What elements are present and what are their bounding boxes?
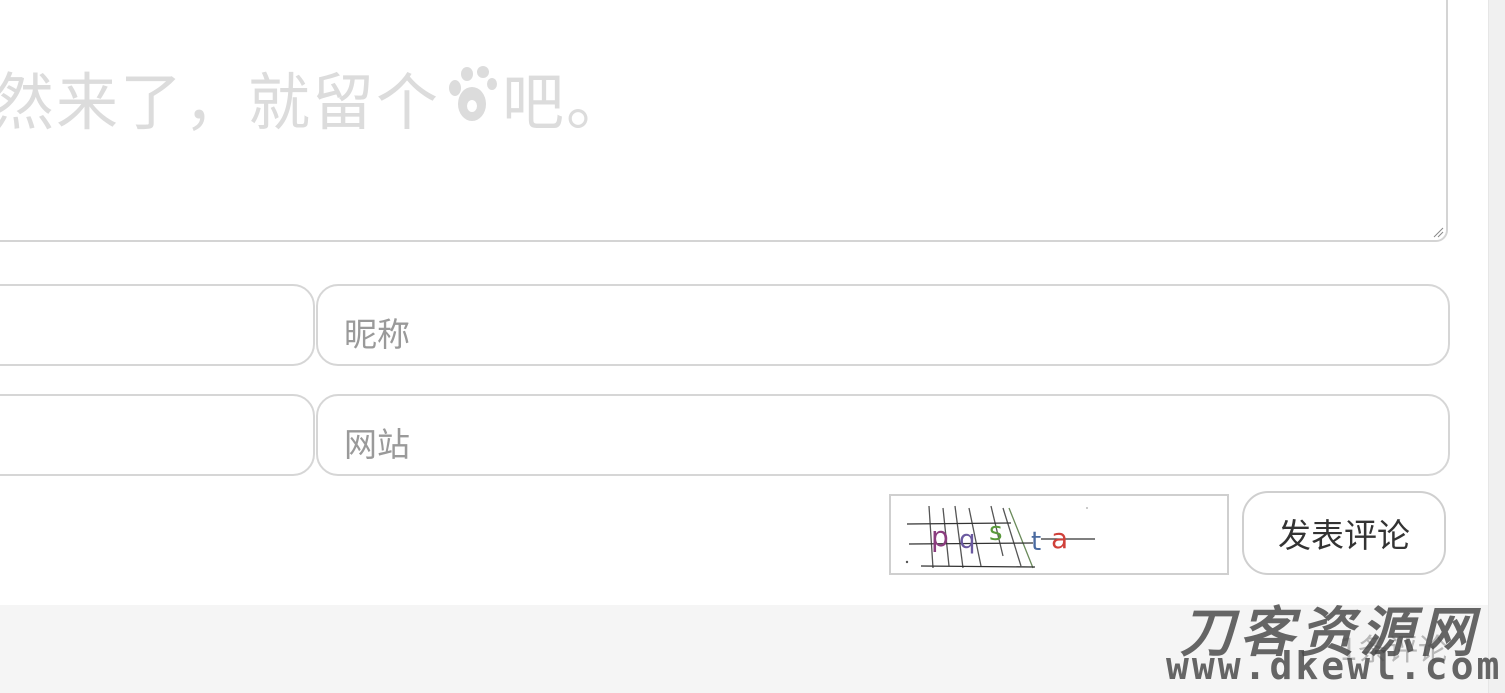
captcha-graphic: p q s t a bbox=[905, 505, 1095, 569]
comment-form: 然来了，就留个 吧。 昵称 网站 p q s t a 发表评论 bbox=[0, 0, 1488, 605]
placeholder-prefix: 然来了，就留个 bbox=[0, 66, 441, 139]
nickname-placeholder: 昵称 bbox=[344, 315, 410, 354]
page-scrollbar[interactable] bbox=[1488, 0, 1505, 693]
comment-count: 1条评论 bbox=[1338, 633, 1448, 668]
svg-text:t: t bbox=[1031, 527, 1041, 557]
svg-text:q: q bbox=[959, 525, 976, 555]
website-field[interactable]: 网站 bbox=[316, 394, 1450, 476]
paw-icon bbox=[440, 66, 502, 139]
captcha-image[interactable]: p q s t a bbox=[889, 494, 1229, 575]
submit-comment-button[interactable]: 发表评论 bbox=[1242, 491, 1446, 575]
svg-text:p: p bbox=[931, 520, 949, 553]
nickname-field[interactable]: 昵称 bbox=[316, 284, 1450, 366]
email-field[interactable] bbox=[0, 284, 315, 366]
placeholder-suffix: 吧。 bbox=[502, 66, 631, 139]
svg-text:s: s bbox=[989, 517, 1003, 547]
resize-handle-icon[interactable] bbox=[1432, 226, 1444, 238]
qq-field[interactable] bbox=[0, 394, 315, 476]
comment-textarea-placeholder: 然来了，就留个 吧。 bbox=[0, 52, 630, 142]
svg-text:a: a bbox=[1051, 522, 1068, 555]
website-placeholder: 网站 bbox=[344, 425, 410, 464]
comment-textarea[interactable]: 然来了，就留个 吧。 bbox=[0, 0, 1448, 242]
comment-footer: 1条评论 bbox=[0, 605, 1488, 693]
